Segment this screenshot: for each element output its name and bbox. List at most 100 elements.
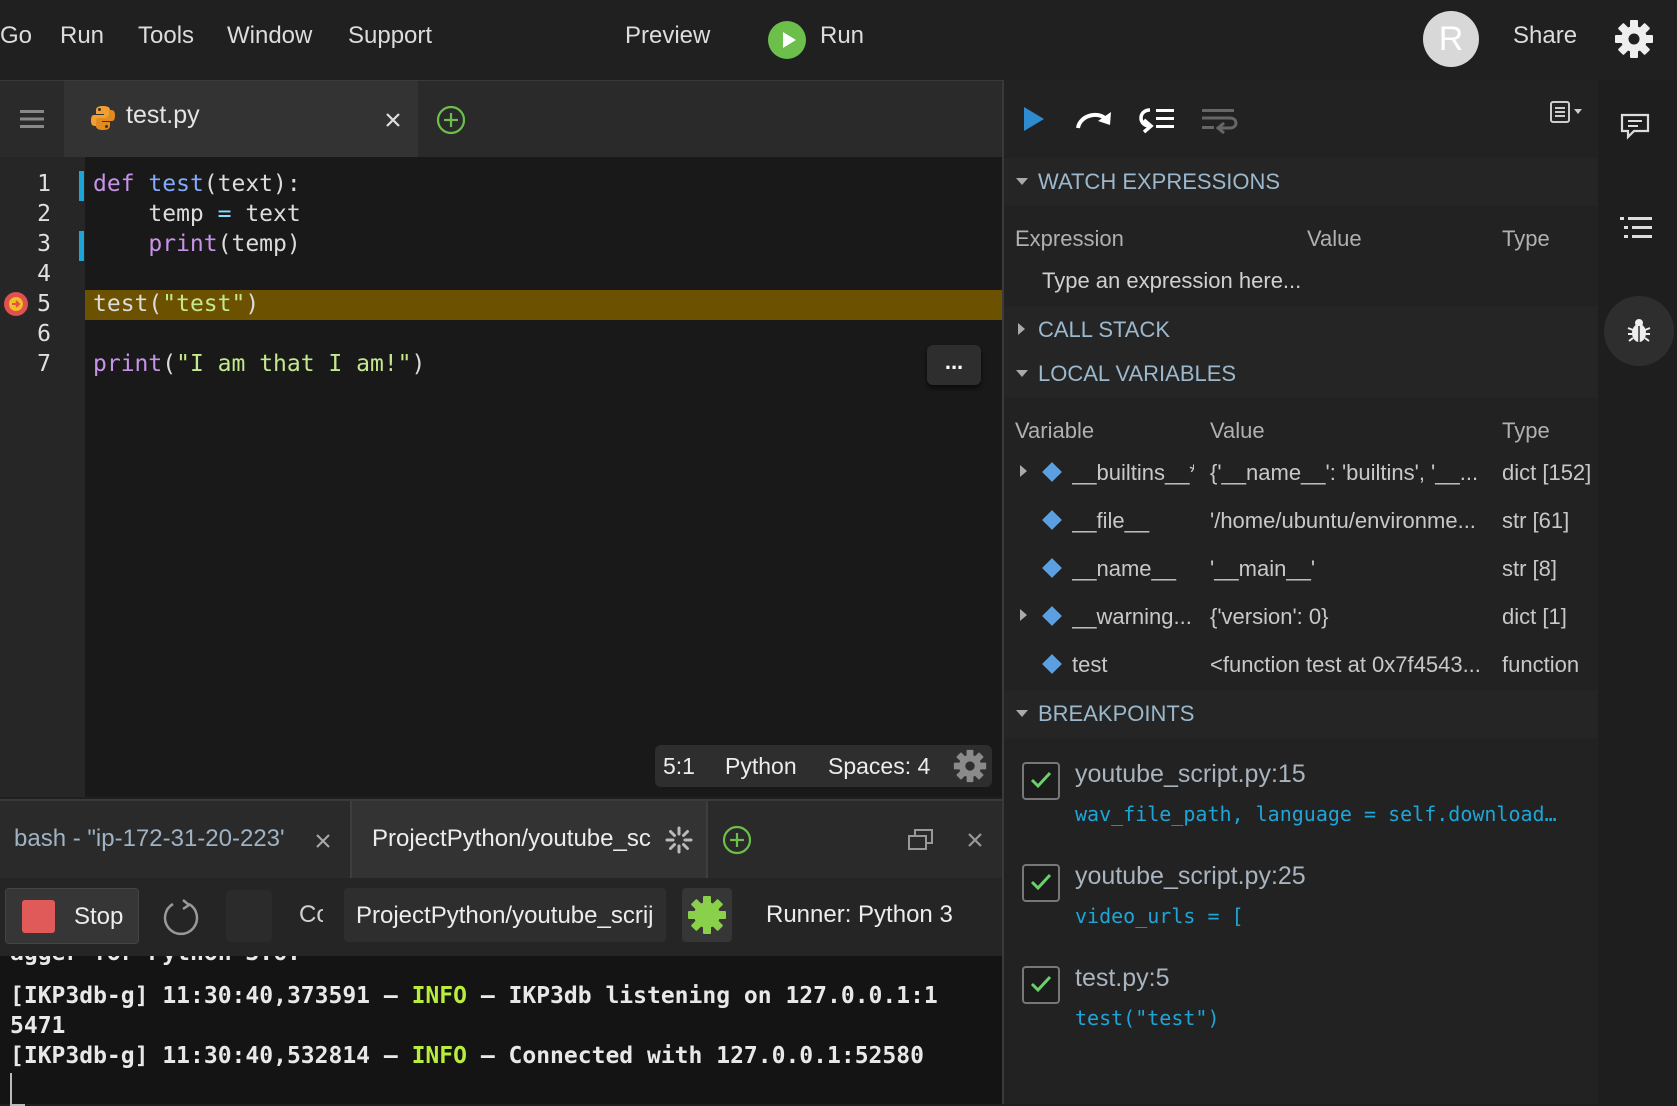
column-header: Value — [1307, 226, 1362, 251]
variable-value: {'__name__': 'builtins', '__... — [1210, 460, 1479, 485]
preview-button[interactable]: Preview — [625, 22, 710, 50]
expand-arrow-icon[interactable] — [1020, 609, 1027, 621]
breakpoint-item[interactable]: test.py:5 test("test") — [1004, 954, 1598, 1044]
chat-icon[interactable] — [1620, 113, 1654, 143]
outline-icon[interactable] — [1620, 216, 1654, 244]
resume-icon[interactable] — [1022, 106, 1046, 132]
table-row[interactable]: __name__ '__main__' str [8] — [1004, 546, 1598, 590]
line-number: 7 — [37, 351, 51, 377]
breakpoints-header[interactable]: BREAKPOINTS — [1004, 690, 1598, 738]
breakpoint-current-icon[interactable] — [3, 291, 29, 317]
terminal-output[interactable]: agger for Python 3.6. [IKP3db-g] 11:30:4… — [0, 956, 1002, 1106]
debug-cog-icon — [688, 896, 726, 934]
menu-window[interactable]: Window — [227, 22, 312, 50]
call-stack-header[interactable]: CALL STACK — [1004, 306, 1598, 354]
editor-status: 5:1 Python Spaces: 4 — [655, 745, 992, 787]
breakpoint-checkbox[interactable] — [1022, 762, 1060, 800]
debugger-tab[interactable] — [1604, 296, 1674, 366]
tab-runner[interactable]: ProjectPython/youtube_sc — [350, 801, 708, 879]
watch-expression-input[interactable]: Type an expression here... — [1042, 268, 1301, 294]
stop-icon — [22, 900, 55, 933]
cursor-position[interactable]: 5:1 — [663, 753, 695, 780]
code-line-7: print("I am that I am!") — [93, 351, 426, 377]
tab-runner-label: ProjectPython/youtube_sc — [372, 825, 651, 852]
line-number: 6 — [37, 321, 51, 347]
watch-expressions-header[interactable]: WATCH EXPRESSIONS — [1004, 158, 1598, 206]
terminal-line: [IKP3db-g] 11:30:40,373591 – INFO – IKP3… — [10, 983, 938, 1009]
menu-tools[interactable]: Tools — [138, 22, 194, 50]
code-line-1: def test(text): — [93, 171, 301, 197]
column-header: Type — [1502, 226, 1550, 251]
column-header: Variable — [1015, 418, 1095, 443]
line-number: 4 — [37, 261, 51, 287]
menu-support[interactable]: Support — [348, 22, 432, 50]
share-button[interactable]: Share — [1513, 22, 1577, 50]
tab-bash-label: bash - "ip-172-31-20-223' — [14, 825, 285, 852]
variable-diamond-icon — [1042, 558, 1062, 578]
close-panel-icon[interactable] — [967, 832, 983, 848]
clipped-line-wrap: agger for Python 3.6. — [0, 956, 1002, 968]
checkmark-icon — [1030, 873, 1052, 891]
settings-gear-icon[interactable] — [953, 749, 987, 783]
table-row[interactable]: __builtins__* {'__name__': 'builtins', '… — [1004, 450, 1598, 494]
code-editor[interactable]: def test(text): temp = text print(temp) … — [85, 157, 1002, 797]
terminal-line: [IKP3db-g] 11:30:40,532814 – INFO – Conn… — [10, 1043, 924, 1069]
section-title: CALL STACK — [1038, 317, 1171, 342]
maximize-icon[interactable] — [908, 829, 934, 851]
tab-bash[interactable]: bash - "ip-172-31-20-223' — [0, 801, 348, 879]
avatar[interactable]: R — [1423, 11, 1479, 67]
variable-name: __warning... — [1072, 604, 1192, 629]
terminal-cursor — [10, 1073, 25, 1106]
checkmark-icon — [1030, 975, 1052, 993]
gear-icon[interactable] — [1614, 19, 1654, 59]
blank-toolbar-button[interactable] — [226, 890, 272, 942]
tab-test-py[interactable]: test.py — [64, 81, 418, 157]
add-terminal-icon[interactable] — [722, 825, 752, 855]
record-icon[interactable] — [1276, 0, 1314, 38]
step-over-icon[interactable] — [1074, 104, 1114, 134]
menubar: Go Run Tools Window Support Preview Run … — [0, 0, 1677, 80]
command-input[interactable]: ProjectPython/youtube_scrij — [344, 888, 666, 942]
breakpoint-checkbox[interactable] — [1022, 966, 1060, 1004]
add-tab-icon[interactable] — [436, 105, 466, 135]
expand-arrow-icon[interactable] — [1020, 465, 1027, 477]
step-into-icon[interactable] — [1136, 104, 1176, 134]
spinner-icon — [665, 826, 693, 854]
breakpoint-item[interactable]: youtube_script.py:25 video_urls = [ — [1004, 852, 1598, 942]
menu-go[interactable]: Go — [0, 22, 32, 50]
restart-icon[interactable] — [161, 898, 201, 938]
table-row[interactable]: __file__ '/home/ubuntu/environme... str … — [1004, 498, 1598, 542]
language-mode[interactable]: Python — [725, 753, 797, 780]
line-number: 1 — [37, 171, 51, 197]
caret-down-icon — [1016, 178, 1028, 185]
hamburger-icon[interactable] — [20, 109, 44, 129]
change-marker — [79, 171, 84, 201]
debug-toggle-button[interactable] — [682, 888, 732, 942]
runner-select[interactable]: Runner: Python 3 — [766, 901, 953, 929]
more-options-button[interactable]: ... — [927, 345, 981, 385]
stop-button[interactable]: Stop — [5, 888, 139, 944]
panel-layout-icon[interactable] — [1550, 100, 1586, 124]
table-row[interactable]: __warning... {'version': 0} dict [1] — [1004, 594, 1598, 638]
caret-right-icon — [1018, 323, 1025, 335]
indent-setting[interactable]: Spaces: 4 — [828, 753, 930, 780]
close-icon[interactable] — [385, 112, 401, 128]
right-rail — [1598, 80, 1677, 1104]
table-row[interactable]: test <function test at 0x7f4543... funct… — [1004, 642, 1598, 686]
variable-name: test — [1072, 652, 1108, 677]
step-out-icon[interactable] — [1200, 104, 1240, 134]
terminal-line: agger for Python 3.6. — [10, 956, 301, 966]
variable-diamond-icon — [1042, 510, 1062, 530]
line-number: 3 — [37, 231, 51, 257]
menu-run[interactable]: Run — [60, 22, 104, 50]
variable-type: dict [1] — [1502, 604, 1567, 629]
run-label[interactable]: Run — [820, 22, 864, 50]
close-icon[interactable] — [316, 834, 330, 848]
caret-down-icon — [1016, 710, 1028, 717]
stop-label: Stop — [74, 903, 124, 930]
terminal-line: 5471 — [10, 1013, 66, 1039]
breakpoint-checkbox[interactable] — [1022, 864, 1060, 902]
local-variables-header[interactable]: LOCAL VARIABLES — [1004, 350, 1598, 398]
breakpoint-item[interactable]: youtube_script.py:15 wav_file_path, lang… — [1004, 750, 1598, 840]
variable-value: <function test at 0x7f4543... — [1210, 652, 1481, 677]
